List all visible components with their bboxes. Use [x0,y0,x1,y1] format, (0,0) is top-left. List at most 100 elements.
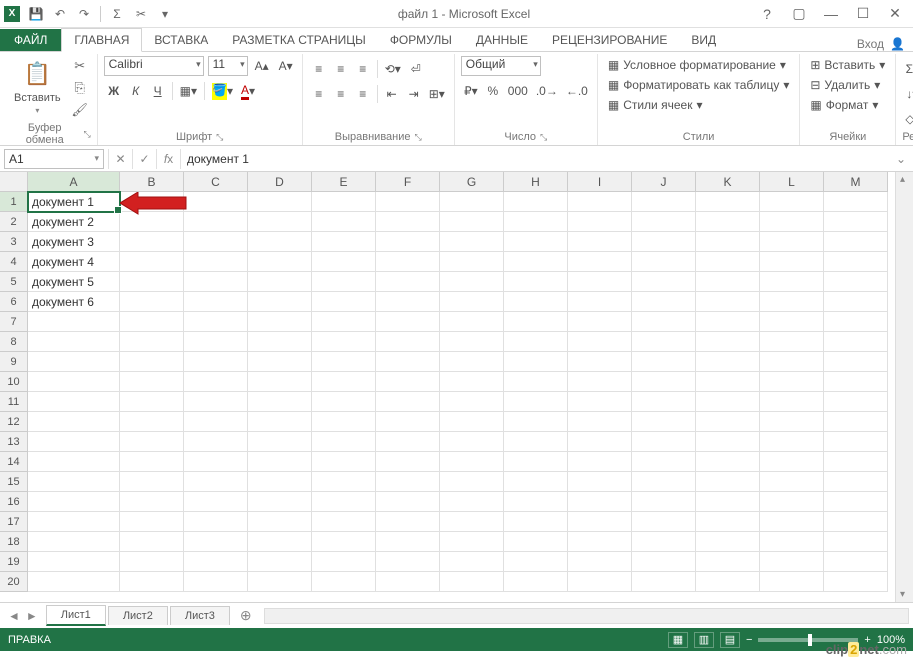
cell-D5[interactable] [248,272,312,292]
cell-E10[interactable] [312,372,376,392]
cell-J11[interactable] [632,392,696,412]
row-header-5[interactable]: 5 [0,272,28,292]
format-as-table-button[interactable]: ▦ Форматировать как таблицу ▾ [604,76,794,94]
cell-E3[interactable] [312,232,376,252]
cell-B17[interactable] [120,512,184,532]
cell-B19[interactable] [120,552,184,572]
cell-K7[interactable] [696,312,760,332]
cell-F14[interactable] [376,452,440,472]
cell-L19[interactable] [760,552,824,572]
align-top-button[interactable]: ≡ [309,59,329,79]
row-header-3[interactable]: 3 [0,232,28,252]
cancel-formula-button[interactable]: ✕ [108,149,132,169]
cell-F19[interactable] [376,552,440,572]
cell-L2[interactable] [760,212,824,232]
cell-B8[interactable] [120,332,184,352]
col-header-E[interactable]: E [312,172,376,192]
cell-H3[interactable] [504,232,568,252]
cell-E17[interactable] [312,512,376,532]
cell-I17[interactable] [568,512,632,532]
col-header-B[interactable]: B [120,172,184,192]
decrease-indent-button[interactable]: ⇤ [382,84,402,104]
cell-J17[interactable] [632,512,696,532]
cell-L16[interactable] [760,492,824,512]
cell-K16[interactable] [696,492,760,512]
cell-I16[interactable] [568,492,632,512]
tab-home[interactable]: ГЛАВНАЯ [61,28,142,52]
sheet-nav-prev[interactable]: ◄ [6,609,22,623]
cell-D20[interactable] [248,572,312,592]
cell-I13[interactable] [568,432,632,452]
align-middle-button[interactable]: ≡ [331,59,351,79]
cell-K2[interactable] [696,212,760,232]
cell-G4[interactable] [440,252,504,272]
cell-K9[interactable] [696,352,760,372]
cell-G12[interactable] [440,412,504,432]
increase-indent-button[interactable]: ⇥ [404,84,424,104]
cell-H1[interactable] [504,192,568,212]
cell-A13[interactable] [28,432,120,452]
cell-K19[interactable] [696,552,760,572]
cell-G11[interactable] [440,392,504,412]
alignment-launcher[interactable]: ⤡ [415,132,422,143]
cell-J3[interactable] [632,232,696,252]
cell-J20[interactable] [632,572,696,592]
cell-H10[interactable] [504,372,568,392]
zoom-out-button[interactable]: − [746,634,752,646]
cell-L17[interactable] [760,512,824,532]
cell-C6[interactable] [184,292,248,312]
cell-D8[interactable] [248,332,312,352]
cell-G14[interactable] [440,452,504,472]
cell-G9[interactable] [440,352,504,372]
cell-B18[interactable] [120,532,184,552]
cell-B7[interactable] [120,312,184,332]
login-link[interactable]: Вход [857,37,884,51]
qat-dropdown[interactable]: ▾ [155,4,175,24]
align-center-button[interactable]: ≡ [331,84,351,104]
cell-B4[interactable] [120,252,184,272]
cell-D4[interactable] [248,252,312,272]
conditional-formatting-button[interactable]: ▦ Условное форматирование ▾ [604,56,790,74]
font-size-combo[interactable]: 11 [208,56,248,76]
font-name-combo[interactable]: Calibri [104,56,204,76]
cell-A11[interactable] [28,392,120,412]
cell-B10[interactable] [120,372,184,392]
cell-H20[interactable] [504,572,568,592]
cell-G7[interactable] [440,312,504,332]
col-header-M[interactable]: M [824,172,888,192]
cell-L3[interactable] [760,232,824,252]
cell-L4[interactable] [760,252,824,272]
cell-E11[interactable] [312,392,376,412]
cell-F16[interactable] [376,492,440,512]
cell-E15[interactable] [312,472,376,492]
cell-M19[interactable] [824,552,888,572]
cell-M5[interactable] [824,272,888,292]
row-header-12[interactable]: 12 [0,412,28,432]
col-header-K[interactable]: K [696,172,760,192]
fill-color-button[interactable]: 🪣▾ [209,81,236,101]
row-header-10[interactable]: 10 [0,372,28,392]
cell-A15[interactable] [28,472,120,492]
cell-H12[interactable] [504,412,568,432]
cell-F17[interactable] [376,512,440,532]
row-header-17[interactable]: 17 [0,512,28,532]
cell-G16[interactable] [440,492,504,512]
cell-M15[interactable] [824,472,888,492]
delete-cells-button[interactable]: ⊟ Удалить ▾ [806,76,884,94]
cell-D19[interactable] [248,552,312,572]
cell-F18[interactable] [376,532,440,552]
cell-D3[interactable] [248,232,312,252]
underline-button[interactable]: Ч [148,81,168,101]
autosum-button2[interactable]: Σ▾ [902,59,913,79]
cell-F1[interactable] [376,192,440,212]
cell-E16[interactable] [312,492,376,512]
cell-styles-button[interactable]: ▦ Стили ячеек ▾ [604,96,707,114]
cell-K13[interactable] [696,432,760,452]
cut-icon[interactable]: ✂ [69,56,91,76]
cell-A6[interactable]: документ 6 [28,292,120,312]
cell-K15[interactable] [696,472,760,492]
cell-H14[interactable] [504,452,568,472]
cell-E5[interactable] [312,272,376,292]
cell-M16[interactable] [824,492,888,512]
copy-icon[interactable]: ⎘ [69,78,91,98]
